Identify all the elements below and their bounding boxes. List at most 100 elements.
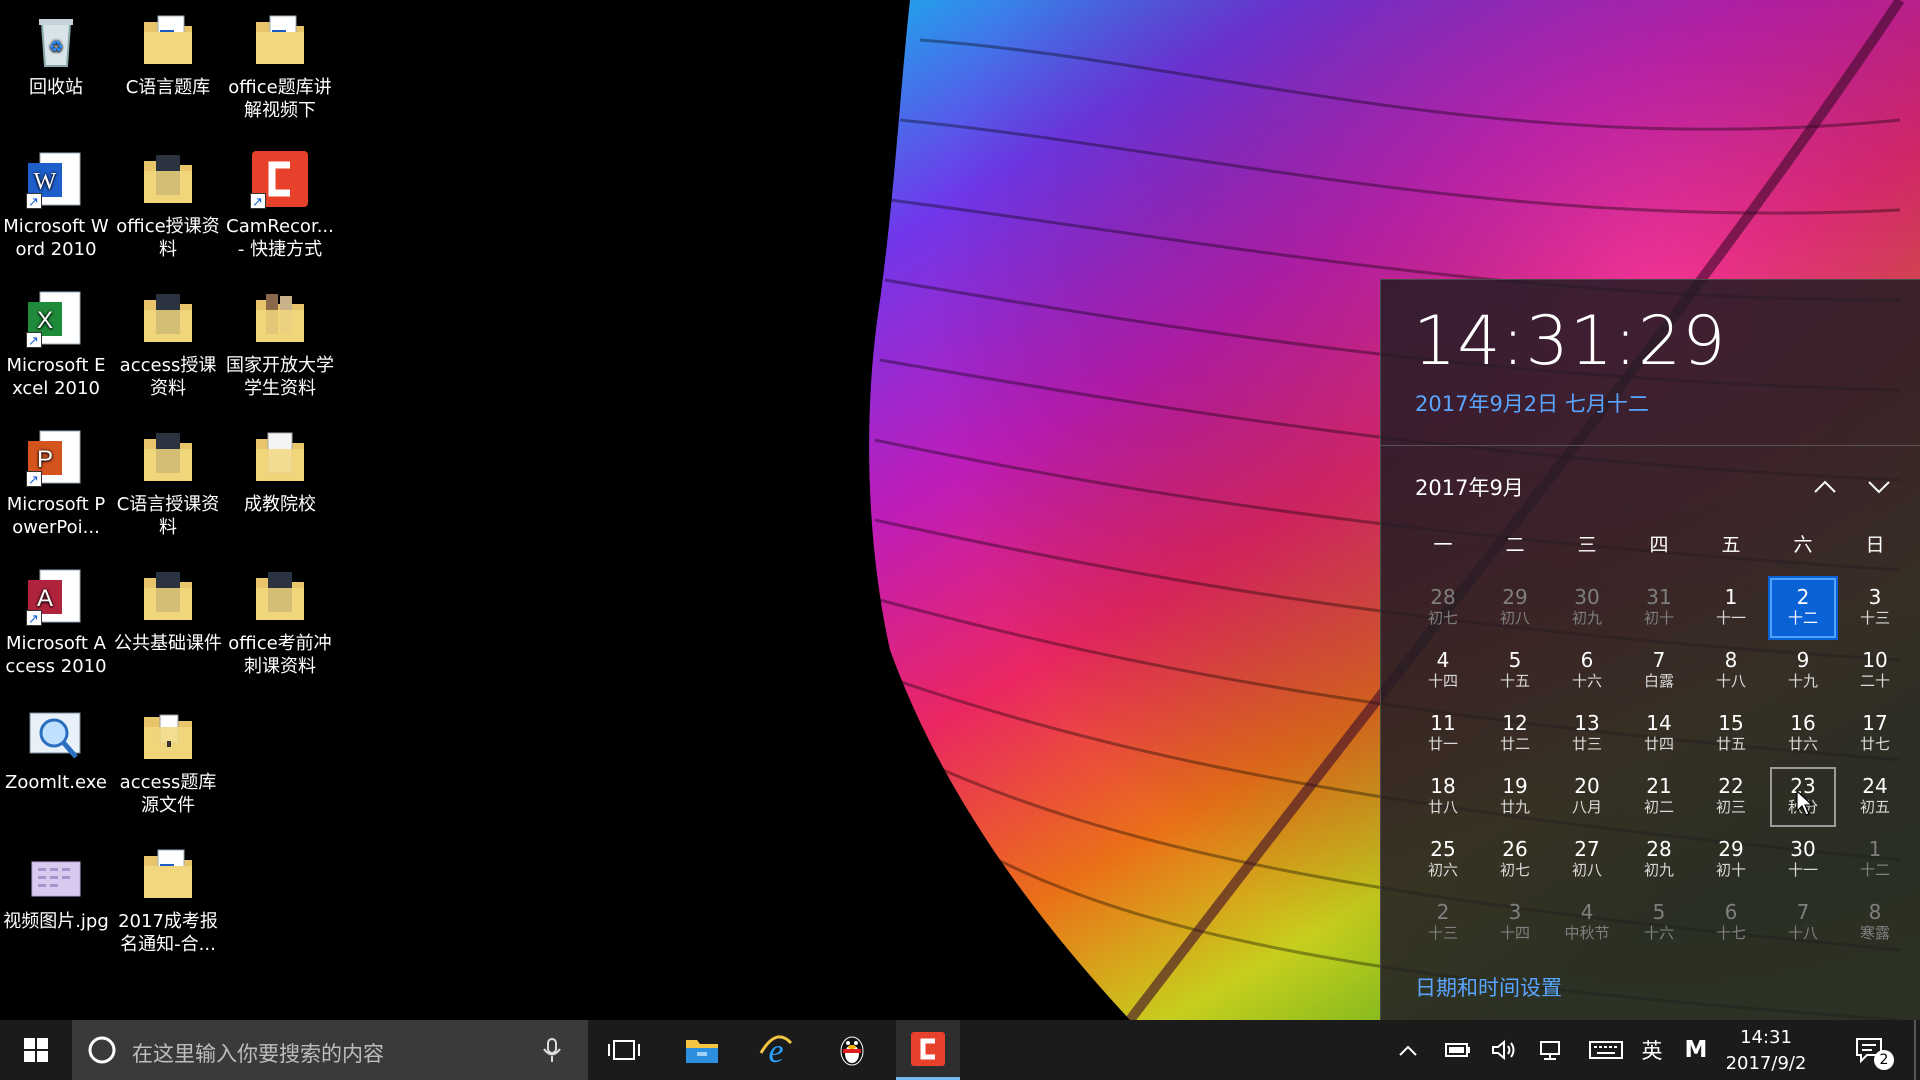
calendar-day[interactable]: 1 十二: [1842, 830, 1908, 890]
calendar-day[interactable]: 4 中秋节: [1554, 893, 1620, 953]
calendar-day[interactable]: 16 廿六: [1770, 704, 1836, 764]
calendar-lunar-label: 十三: [1427, 924, 1458, 942]
calendar-day[interactable]: 30 初九: [1554, 578, 1620, 638]
calendar-day[interactable]: 8 十八: [1698, 641, 1764, 701]
desktop-icon-c-question-bank[interactable]: W C语言题库: [112, 4, 224, 134]
desktop-icon-c-course-material[interactable]: C语言授课资料: [112, 421, 224, 551]
calendar-day[interactable]: 28 初七: [1410, 578, 1476, 638]
calendar-day[interactable]: 22 初三: [1698, 767, 1764, 827]
calendar-day[interactable]: 24 初五: [1842, 767, 1908, 827]
calendar-day[interactable]: 7 白露: [1626, 641, 1692, 701]
volume-tray-button[interactable]: [1486, 1020, 1522, 1080]
touch-keyboard-button[interactable]: [1586, 1020, 1626, 1080]
qq-button[interactable]: [820, 1020, 884, 1080]
calendar-day[interactable]: 27 初八: [1554, 830, 1620, 890]
calendar-day[interactable]: 14 廿四: [1626, 704, 1692, 764]
calendar-day[interactable]: 25 初六: [1410, 830, 1476, 890]
desktop-icon-office-course-material[interactable]: office授课资料: [112, 143, 224, 273]
desktop-icon-office-video-download[interactable]: W office题库讲解视频下: [224, 4, 336, 134]
desktop-icon-excel-2010[interactable]: X Microsoft Excel 2010: [0, 282, 112, 412]
task-view-button[interactable]: [596, 1020, 652, 1080]
calendar-day-number: 17: [1862, 711, 1888, 735]
calendar-lunar-label: 廿三: [1571, 735, 1602, 753]
calendar-day[interactable]: 2 十三: [1410, 893, 1476, 953]
camtasia-recorder-taskbar-button[interactable]: [896, 1020, 960, 1080]
calendar-day-number: 18: [1430, 774, 1456, 798]
word-doc-folder-icon: W: [138, 10, 198, 70]
start-button[interactable]: [0, 1020, 72, 1080]
calendar-month-title[interactable]: 2017年9月: [1415, 472, 1524, 502]
calendar-day[interactable]: 28 初九: [1626, 830, 1692, 890]
desktop-icon-adult-education-schools[interactable]: 成教院校: [224, 421, 336, 551]
calendar-day[interactable]: 17 廿七: [1842, 704, 1908, 764]
flyout-date-link[interactable]: 2017年9月2日 七月十二: [1415, 388, 1649, 418]
date-time-settings-link[interactable]: 日期和时间设置: [1415, 972, 1562, 1002]
desktop-icon-access-2010[interactable]: A Microsoft Access 2010: [0, 560, 112, 690]
calendar-day[interactable]: 29 初八: [1482, 578, 1548, 638]
calendar-day[interactable]: 3 十四: [1482, 893, 1548, 953]
desktop-icon-office-exam-sprint[interactable]: office考前冲刺课资料: [224, 560, 336, 690]
desktop-icon-public-basics-courseware[interactable]: 公共基础课件: [112, 560, 224, 690]
calendar-day[interactable]: 15 廿五: [1698, 704, 1764, 764]
calendar-day[interactable]: 2 十二: [1768, 576, 1838, 640]
calendar-day[interactable]: 6 十七: [1698, 893, 1764, 953]
calendar-day[interactable]: 6 十六: [1554, 641, 1620, 701]
microphone-icon[interactable]: [542, 1038, 562, 1064]
desktop-icon-recycle-bin[interactable]: ♻ 回收站: [0, 4, 112, 134]
show-desktop-button[interactable]: [1914, 1020, 1916, 1080]
taskbar-clock-date[interactable]: 2017/9/2: [1706, 1053, 1826, 1074]
word-app-icon: W: [26, 149, 86, 214]
desktop-icon-2017-exam-notice[interactable]: W 2017成考报名通知-合...: [112, 838, 224, 968]
show-hidden-icons-button[interactable]: [1392, 1020, 1424, 1080]
calendar-day-number: 5: [1652, 900, 1666, 924]
next-month-button[interactable]: [1859, 470, 1899, 504]
internet-explorer-button[interactable]: e: [744, 1020, 808, 1080]
calendar-day[interactable]: 20 八月: [1554, 767, 1620, 827]
calendar-day[interactable]: 30 十一: [1770, 830, 1836, 890]
calendar-day[interactable]: 26 初七: [1482, 830, 1548, 890]
desktop-icon-word-2010[interactable]: W Microsoft Word 2010: [0, 143, 112, 273]
calendar-day[interactable]: 3 十三: [1842, 578, 1908, 638]
taskbar-clock-time[interactable]: 14:31: [1706, 1027, 1826, 1048]
input-language-button[interactable]: 英: [1634, 1020, 1670, 1080]
calendar-lunar-label: 初三: [1715, 798, 1746, 816]
calendar-day[interactable]: 1 十一: [1698, 578, 1764, 638]
calendar-day[interactable]: 7 十八: [1770, 893, 1836, 953]
desktop-icon-label: office授课资料: [116, 216, 220, 260]
calendar-lunar-label: 十六: [1643, 924, 1674, 942]
calendar-day-number: 26: [1502, 837, 1528, 861]
desktop-icon-open-university-material[interactable]: 国家开放大学学生资料: [224, 282, 336, 412]
calendar-day[interactable]: 12 廿二: [1482, 704, 1548, 764]
excel-app-icon: X: [26, 288, 86, 353]
action-center-button[interactable]: 2: [1848, 1020, 1894, 1080]
calendar-day[interactable]: 19 廿九: [1482, 767, 1548, 827]
calendar-day[interactable]: 18 廿八: [1410, 767, 1476, 827]
calendar-day[interactable]: 10 二十: [1842, 641, 1908, 701]
file-explorer-button[interactable]: [670, 1020, 734, 1080]
keyboard-icon: [1589, 1041, 1623, 1059]
file-explorer-icon: [686, 1040, 718, 1063]
calendar-day[interactable]: 29 初十: [1698, 830, 1764, 890]
desktop-icon-powerpoint[interactable]: P Microsoft PowerPoi...: [0, 421, 112, 551]
calendar-day[interactable]: 5 十五: [1482, 641, 1548, 701]
calendar-day[interactable]: 11 廿一: [1410, 704, 1476, 764]
calendar-day-number: 25: [1430, 837, 1456, 861]
calendar-day[interactable]: 9 十九: [1770, 641, 1836, 701]
calendar-day[interactable]: 21 初二: [1626, 767, 1692, 827]
desktop-icon-video-image-jpg[interactable]: 视频图片.jpg: [0, 838, 112, 968]
calendar-day[interactable]: 8 寒露: [1842, 893, 1908, 953]
desktop-icon-access-source-files[interactable]: access题库源文件: [112, 699, 224, 829]
calendar-day[interactable]: 31 初十: [1626, 578, 1692, 638]
calendar-lunar-label: 十八: [1715, 672, 1746, 690]
calendar-lunar-label: 八月: [1571, 798, 1602, 816]
calendar-day[interactable]: 4 十四: [1410, 641, 1476, 701]
network-tray-button[interactable]: [1534, 1020, 1570, 1080]
desktop-icon-access-course-material[interactable]: access授课资料: [112, 282, 224, 412]
calendar-day[interactable]: 13 廿三: [1554, 704, 1620, 764]
calendar-day[interactable]: 5 十六: [1626, 893, 1692, 953]
battery-tray-button[interactable]: [1440, 1020, 1476, 1080]
desktop-icon-zoomit[interactable]: ZoomIt.exe: [0, 699, 112, 829]
taskbar-search-box[interactable]: 在这里输入你要搜索的内容: [72, 1020, 588, 1080]
desktop-icon-camrecorder-shortcut[interactable]: CamRecor... - 快捷方式: [224, 143, 336, 273]
previous-month-button[interactable]: [1805, 470, 1845, 504]
